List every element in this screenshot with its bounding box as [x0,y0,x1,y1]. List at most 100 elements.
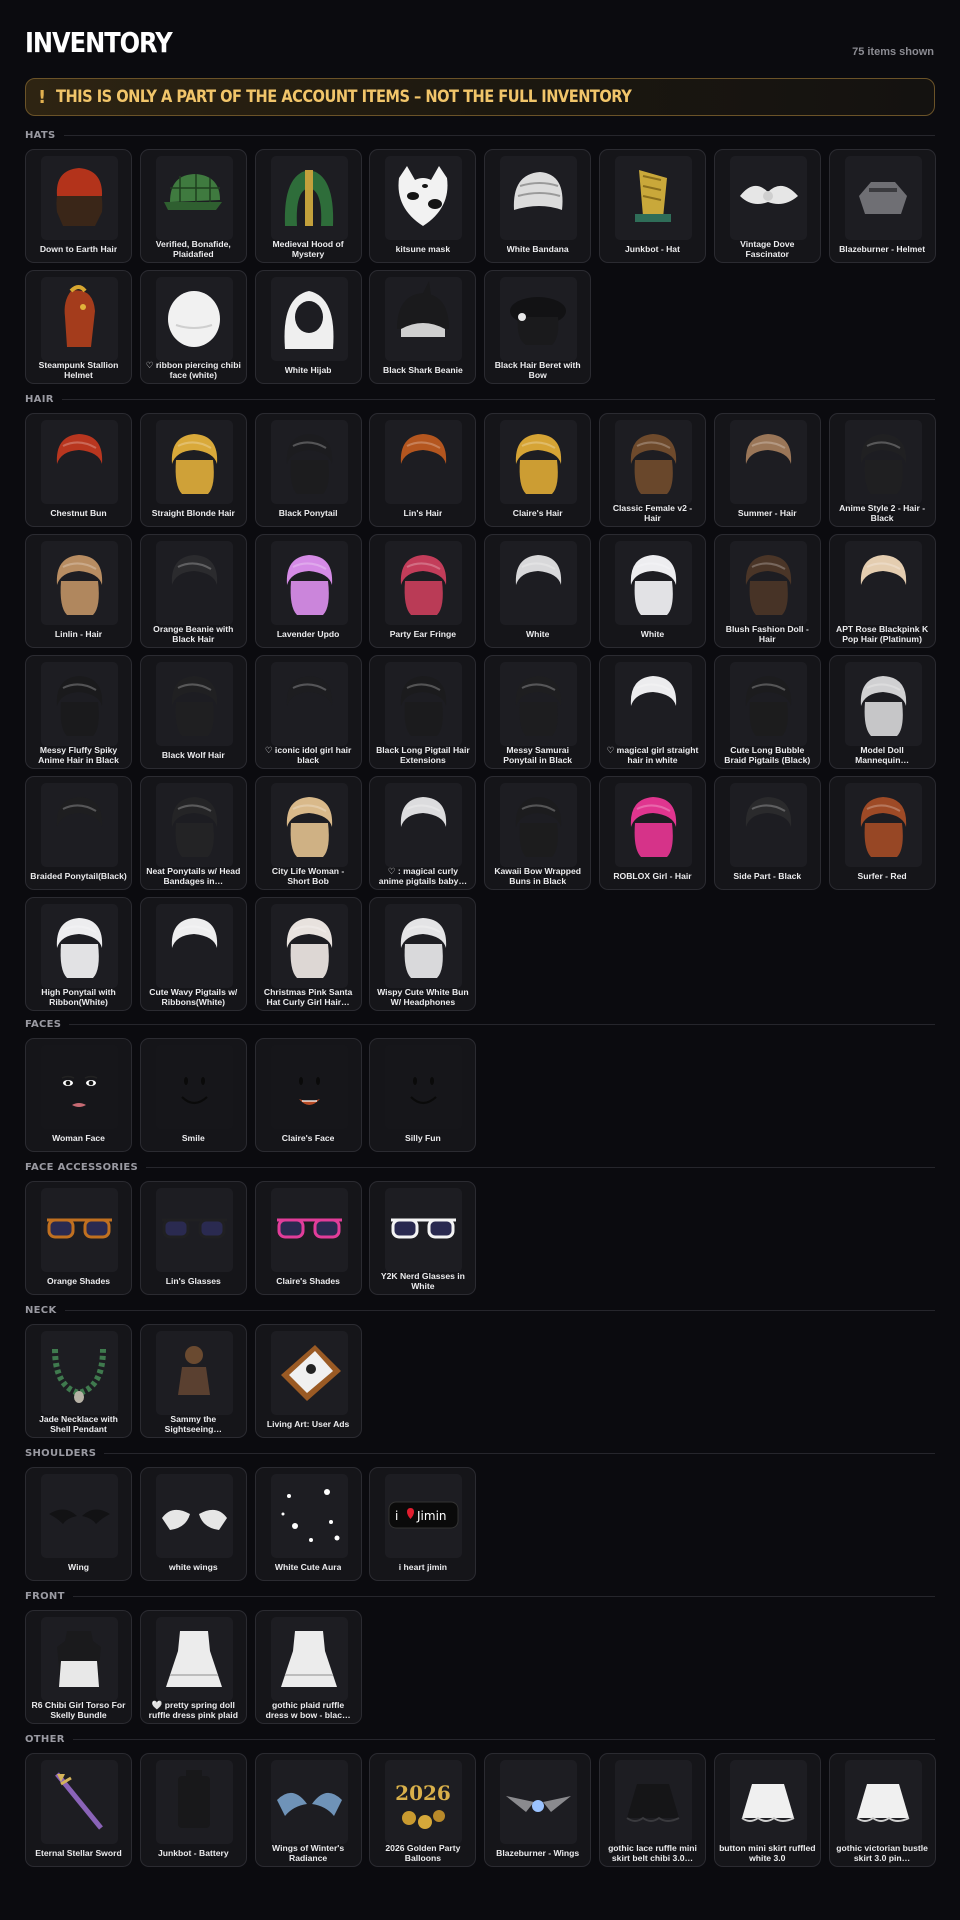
item-card[interactable]: Model Doll Mannequin… [828,655,936,769]
item-card[interactable]: ♡ magical girl straight hair in white [598,655,706,769]
item-card[interactable]: Sammy the Sightseeing… [139,1324,247,1438]
item-card[interactable]: Claire's Hair [484,413,592,527]
item-card[interactable]: R6 Chibi Girl Torso For Skelly Bundle [25,1610,132,1724]
item-card[interactable]: Smile [139,1038,247,1152]
item-card[interactable]: Blazeburner - Wings [484,1753,592,1867]
item-name-text: Blazeburner - Helmet [839,243,926,254]
item-card[interactable]: Christmas Pink Santa Hat Curly Girl Hair… [254,897,362,1011]
item-card[interactable]: Wing [25,1467,132,1581]
item-card[interactable]: Junkbot - Hat [598,149,706,263]
item-card[interactable]: White Cute Aura [254,1467,362,1581]
item-name: kitsune mask [374,238,471,260]
item-card[interactable]: Living Art: User Ads [254,1324,362,1438]
item-card[interactable]: Blush Fashion Doll - Hair [713,534,821,648]
item-card[interactable]: button mini skirt ruffled white 3.0 [713,1753,821,1867]
item-card[interactable]: Summer - Hair [713,413,821,527]
item-name: Straight Blonde Hair [145,502,242,524]
face-icon [385,1045,463,1129]
item-card[interactable]: Messy Samurai Ponytail in Black [484,655,592,769]
mech-wings-icon [500,1760,578,1844]
red-beanie-hair-icon [41,156,118,240]
item-card[interactable]: 🤍 pretty spring doll ruffle dress pink p… [139,1610,247,1724]
item-card[interactable]: Wispy Cute White Bun W/ Headphones [369,897,477,1011]
hair-icon [155,904,233,988]
item-card[interactable]: white wings [139,1467,247,1581]
item-card[interactable]: Straight Blonde Hair [139,413,247,527]
item-card[interactable]: Neat Ponytails w/ Head Bandages in… [139,776,247,890]
item-name: i heart jimin [374,1556,471,1578]
warning-text: THIS IS ONLY A PART OF THE ACCOUNT ITEMS… [56,87,632,107]
item-card[interactable]: Linlin - Hair [25,534,132,648]
item-card[interactable]: Silly Fun [369,1038,477,1152]
section-divider [64,1309,935,1311]
item-card[interactable]: Woman Face [25,1038,132,1152]
item-card[interactable]: Braided Ponytail(Black) [25,776,132,890]
item-card[interactable]: APT Rose Blackpink K Pop Hair (Platinum) [828,534,936,648]
item-card[interactable]: Wings of Winter's Radiance [254,1753,362,1867]
item-card[interactable]: Steampunk Stallion Helmet [25,270,132,384]
item-card[interactable]: kitsune mask [369,149,477,263]
item-name: Junkbot - Hat [604,238,701,260]
item-card[interactable]: ♡ : magical curly anime pigtails baby… [369,776,477,890]
item-card[interactable]: Junkbot - Battery [139,1753,247,1867]
item-card[interactable]: White [484,534,592,648]
item-card[interactable]: Classic Female v2 - Hair [598,413,706,527]
sign-name-text: Jimin [416,1509,447,1523]
item-card[interactable]: ♡ iconic idol girl hair black [254,655,362,769]
item-card[interactable]: i Jimin i heart jimin [369,1467,477,1581]
item-card[interactable]: Anime Style 2 - Hair - Black [828,413,936,527]
item-card[interactable]: Orange Shades [25,1181,132,1295]
item-card[interactable]: ROBLOX Girl - Hair [598,776,706,890]
item-card[interactable]: gothic victorian bustle skirt 3.0 pin… [828,1753,936,1867]
hair-icon [385,904,463,988]
section-header: OTHER [25,1732,935,1746]
item-card[interactable]: Medieval Hood of Mystery [254,149,362,263]
item-card[interactable]: Messy Fluffy Spiky Anime Hair in Black [25,655,132,769]
item-card[interactable]: Eternal Stellar Sword [25,1753,132,1867]
item-name: Party Ear Fringe [374,623,471,645]
item-card[interactable]: Kawaii Bow Wrapped Buns in Black [484,776,592,890]
item-card[interactable]: 2026 2026 Golden Party Balloons [369,1753,477,1867]
item-card[interactable]: gothic plaid ruffle dress w bow - blac… [254,1610,362,1724]
item-card[interactable]: Down to Earth Hair [25,149,132,263]
item-card[interactable]: Cute Long Bubble Braid Pigtails (Black) [713,655,821,769]
item-card[interactable]: gothic lace ruffle mini skirt belt chibi… [598,1753,706,1867]
hair-icon [614,783,692,867]
item-card[interactable]: Y2K Nerd Glasses in White [369,1181,477,1295]
item-grid: Jade Necklace with Shell Pendant Sammy th… [25,1324,935,1438]
item-card[interactable]: Party Ear Fringe [369,534,477,648]
item-name: Wing [30,1556,127,1578]
item-card[interactable]: High Ponytail with Ribbon(White) [25,897,132,1011]
item-card[interactable]: Claire's Face [254,1038,362,1152]
item-name: Silly Fun [374,1127,471,1149]
item-card[interactable]: Lin's Hair [369,413,477,527]
hair-icon [155,541,233,625]
item-card[interactable]: Vintage Dove Fascinator [713,149,821,263]
item-name: Black Shark Beanie [374,359,471,381]
item-card[interactable]: Side Part - Black [713,776,821,890]
item-name-text: White [525,628,550,639]
item-card[interactable]: Lavender Updo [254,534,362,648]
item-card[interactable]: Verified, Bonafide, Plaidafied [139,149,247,263]
section-header: SHOULDERS [25,1446,935,1460]
item-card[interactable]: Black Hair Beret with Bow [484,270,592,384]
item-card[interactable]: Lin's Glasses [139,1181,247,1295]
item-card[interactable]: Chestnut Bun [25,413,132,527]
item-card[interactable]: White Bandana [484,149,592,263]
item-name: 🤍 pretty spring doll ruffle dress pink p… [145,1699,242,1721]
item-card[interactable]: Black Ponytail [254,413,362,527]
item-card[interactable]: Cute Wavy Pigtails w/ Ribbons(White) [139,897,247,1011]
item-card[interactable]: White [598,534,706,648]
item-card[interactable]: Claire's Shades [254,1181,362,1295]
item-card[interactable]: Orange Beanie with Black Hair [139,534,247,648]
item-card[interactable]: Blazeburner - Helmet [828,149,936,263]
item-name: Orange Shades [30,1270,127,1292]
item-card[interactable]: Black Shark Beanie [369,270,477,384]
item-card[interactable]: White Hijab [254,270,362,384]
item-card[interactable]: City Life Woman - Short Bob [254,776,362,890]
item-card[interactable]: Black Wolf Hair [139,655,247,769]
item-card[interactable]: ♡ ribbon piercing chibi face (white) [139,270,247,384]
item-card[interactable]: Black Long Pigtail Hair Extensions [369,655,477,769]
item-card[interactable]: Surfer - Red [828,776,936,890]
item-card[interactable]: Jade Necklace with Shell Pendant [25,1324,132,1438]
